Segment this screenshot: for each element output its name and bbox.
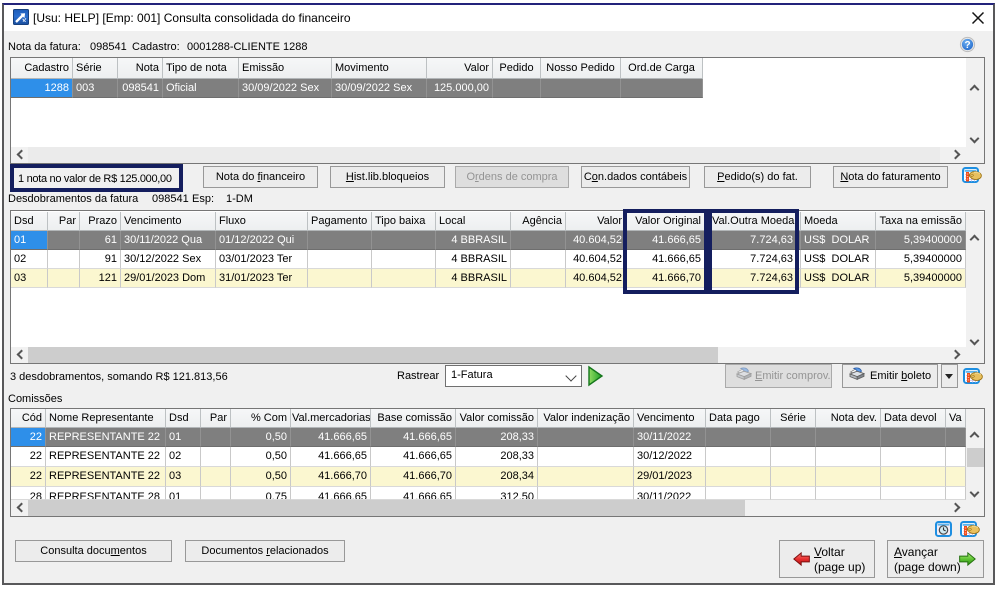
svg-text:?: ?	[964, 40, 970, 51]
